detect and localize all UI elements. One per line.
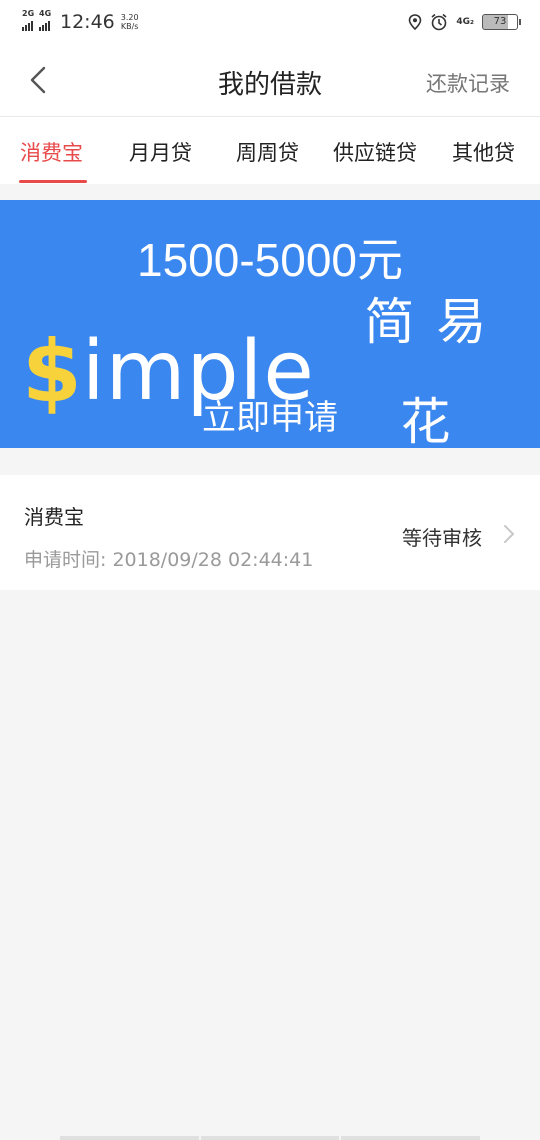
location-icon bbox=[408, 14, 422, 30]
loan-type-tabs: 消费宝 月月贷 周周贷 供应链贷 其他贷 bbox=[0, 117, 540, 184]
status-bar: 2G 4G 12:46 3.20 KB/s 4G₂ 73 bbox=[0, 0, 540, 44]
bottom-divider bbox=[60, 1136, 481, 1140]
loan-status: 等待审核 bbox=[402, 526, 482, 550]
nav-bar: 我的借款 还款记录 bbox=[0, 44, 540, 117]
network-type-label: 4G bbox=[39, 9, 52, 18]
loan-list-item[interactable]: 消费宝 申请时间: 2018/09/28 02:44:41 等待审核 bbox=[0, 475, 540, 590]
promo-banner[interactable]: 1500-5000元 $ imple 简易花 立即申请 bbox=[0, 200, 540, 448]
signal-2g-icon: 2G bbox=[22, 9, 34, 31]
alarm-icon bbox=[430, 13, 448, 31]
tab-gongyinglian-dai[interactable]: 供应链贷 bbox=[333, 137, 417, 167]
active-tab-indicator bbox=[19, 180, 87, 183]
clock: 12:46 bbox=[60, 11, 115, 33]
speed-unit: KB/s bbox=[120, 22, 139, 31]
network-type-label: 2G bbox=[22, 9, 35, 18]
network-4g2-label: 4G₂ bbox=[456, 17, 474, 27]
tab-zhouzhoudai[interactable]: 周周贷 bbox=[236, 137, 299, 167]
tab-qita-dai[interactable]: 其他贷 bbox=[452, 137, 515, 167]
signal-4g-icon: 4G bbox=[39, 9, 51, 31]
tab-yueyuedai[interactable]: 月月贷 bbox=[129, 137, 192, 167]
repayment-records-link[interactable]: 还款记录 bbox=[426, 68, 510, 98]
loan-product-name: 消费宝 bbox=[24, 505, 84, 529]
tab-xiaofeibao[interactable]: 消费宝 bbox=[20, 137, 83, 167]
battery-icon: 73 bbox=[482, 14, 521, 30]
chevron-right-icon bbox=[504, 525, 514, 543]
network-speed: 3.20 KB/s bbox=[121, 13, 139, 31]
speed-value: 3.20 bbox=[120, 13, 139, 22]
apply-now-button[interactable]: 立即申请 bbox=[0, 390, 540, 439]
loan-apply-time: 申请时间: 2018/09/28 02:44:41 bbox=[24, 549, 314, 571]
